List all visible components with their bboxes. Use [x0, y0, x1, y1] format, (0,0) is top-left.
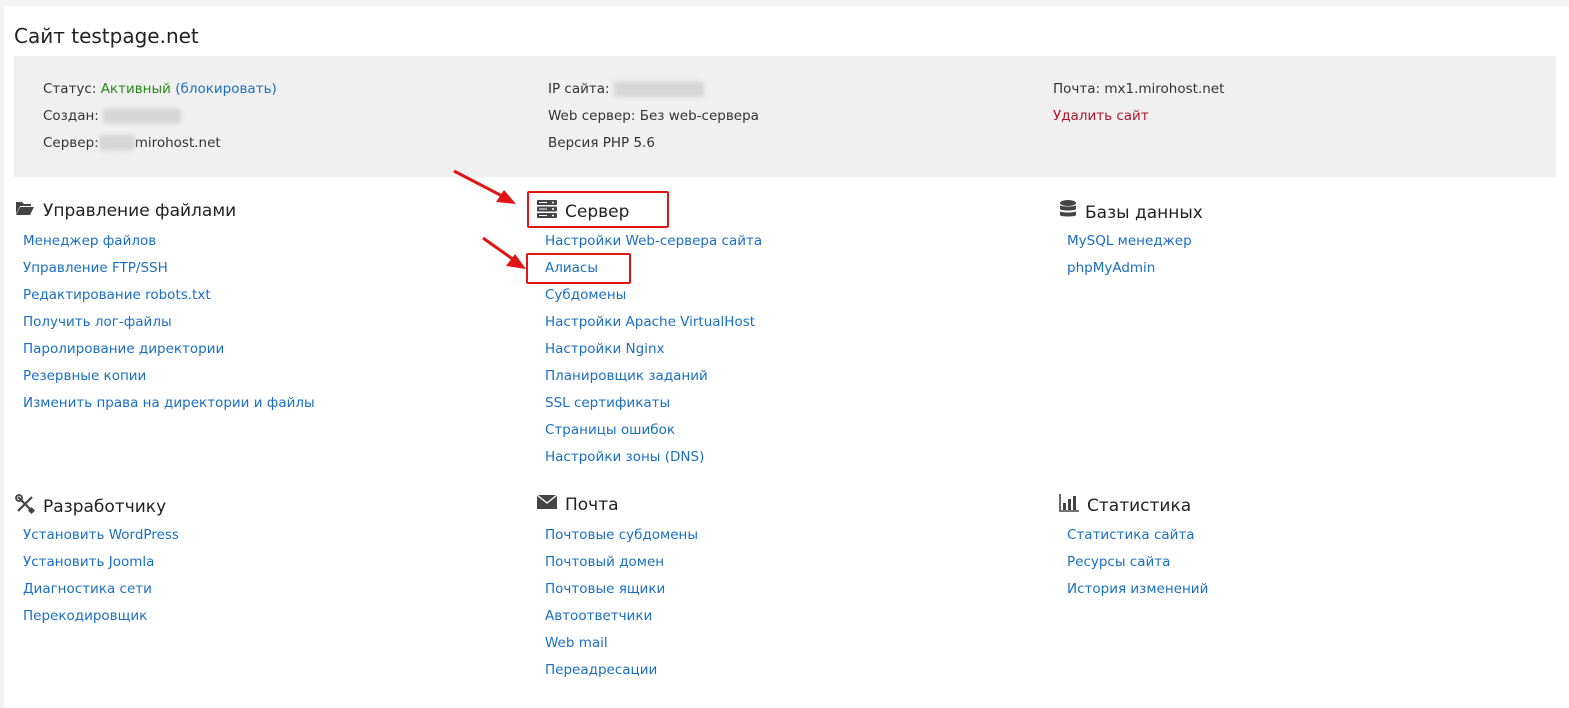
status-line: Статус: Активный (блокировать) [43, 81, 277, 97]
dns-zone-link[interactable]: Настройки зоны (DNS) [545, 449, 704, 465]
mail-domain-link[interactable]: Почтовый домен [545, 554, 664, 570]
tools-icon [15, 494, 36, 519]
subdomains-link[interactable]: Субдомены [545, 287, 626, 303]
section-files-title: Управление файлами [15, 200, 236, 221]
mail-subdomains-link[interactable]: Почтовые субдомены [545, 527, 698, 543]
block-site-link[interactable]: (блокировать) [175, 81, 277, 97]
section-developer-title: Разработчику [15, 494, 166, 519]
site-statistics-link[interactable]: Статистика сайта [1067, 527, 1195, 543]
site-resources-link[interactable]: Ресурсы сайта [1067, 554, 1170, 570]
section-stats-title: Статистика [1059, 494, 1191, 517]
webserver-settings-link[interactable]: Настройки Web-сервера сайта [545, 233, 762, 249]
install-joomla-link[interactable]: Установить Joomla [23, 554, 154, 570]
section-stats-label: Статистика [1087, 495, 1192, 516]
ssl-certificates-link[interactable]: SSL сертификаты [545, 395, 670, 411]
nginx-settings-link[interactable]: Настройки Nginx [545, 341, 665, 357]
php-version-line: Версия PHP 5.6 [548, 135, 655, 151]
encoder-link[interactable]: Перекодировщик [23, 608, 147, 624]
mailboxes-link[interactable]: Почтовые ящики [545, 581, 665, 597]
server-line: Сервер: mirohost.net [43, 135, 221, 151]
aliases-highlight [526, 253, 631, 284]
annotation-arrow-icon [453, 169, 516, 204]
dir-password-link[interactable]: Паролирование директории [23, 341, 224, 357]
webserver-line: Web сервер: Без web-сервера [548, 108, 759, 124]
section-databases-label: Базы данных [1085, 202, 1203, 223]
phpmyadmin-link[interactable]: phpMyAdmin [1067, 260, 1155, 276]
mail-server-line: Почта: mx1.mirohost.net [1053, 81, 1225, 97]
backups-link[interactable]: Резервные копии [23, 368, 146, 384]
annotation-arrow-icon [482, 236, 526, 269]
section-mail-title: Почта [536, 494, 619, 515]
delete-site-link[interactable]: Удалить сайт [1053, 108, 1149, 124]
created-date-redacted [103, 108, 182, 124]
error-pages-link[interactable]: Страницы ошибок [545, 422, 675, 438]
status-label: Статус: [43, 81, 97, 97]
status-badge: Активный [100, 81, 171, 97]
server-label: Сервер: [43, 135, 99, 151]
site-info-box: Статус: Активный (блокировать) Создан: С… [14, 56, 1556, 177]
section-databases-title: Базы данных [1059, 200, 1203, 225]
apache-vhost-link[interactable]: Настройки Apache VirtualHost [545, 314, 755, 330]
log-files-link[interactable]: Получить лог-файлы [23, 314, 172, 330]
created-line: Создан: [43, 108, 182, 124]
envelope-icon [536, 494, 558, 515]
page-title: Сайт testpage.net [14, 24, 199, 48]
section-mail-label: Почта [565, 494, 619, 515]
created-label: Создан: [43, 108, 99, 124]
database-icon [1059, 200, 1077, 225]
network-diagnostics-link[interactable]: Диагностика сети [23, 581, 152, 597]
robots-txt-link[interactable]: Редактирование robots.txt [23, 287, 211, 303]
file-manager-link[interactable]: Менеджер файлов [23, 233, 156, 249]
autoresponders-link[interactable]: Автоответчики [545, 608, 652, 624]
server-value: mirohost.net [134, 135, 221, 151]
section-developer-label: Разработчику [43, 496, 167, 517]
webmail-link[interactable]: Web mail [545, 635, 608, 651]
bar-chart-icon [1059, 494, 1079, 517]
forwarding-link[interactable]: Переадресации [545, 662, 657, 678]
mysql-manager-link[interactable]: MySQL менеджер [1067, 233, 1192, 249]
server-title-highlight [527, 191, 669, 228]
change-history-link[interactable]: История изменений [1067, 581, 1208, 597]
server-name-redacted [98, 135, 135, 151]
permissions-link[interactable]: Изменить права на директории и файлы [23, 395, 315, 411]
ip-line: IP сайта: [548, 81, 704, 97]
ip-redacted [613, 81, 704, 97]
cron-scheduler-link[interactable]: Планировщик заданий [545, 368, 708, 384]
ftp-ssh-link[interactable]: Управление FTP/SSH [23, 260, 168, 276]
section-files-label: Управление файлами [43, 200, 237, 221]
folder-open-icon [15, 200, 35, 221]
ip-label: IP сайта: [548, 81, 610, 97]
install-wordpress-link[interactable]: Установить WordPress [23, 527, 179, 543]
